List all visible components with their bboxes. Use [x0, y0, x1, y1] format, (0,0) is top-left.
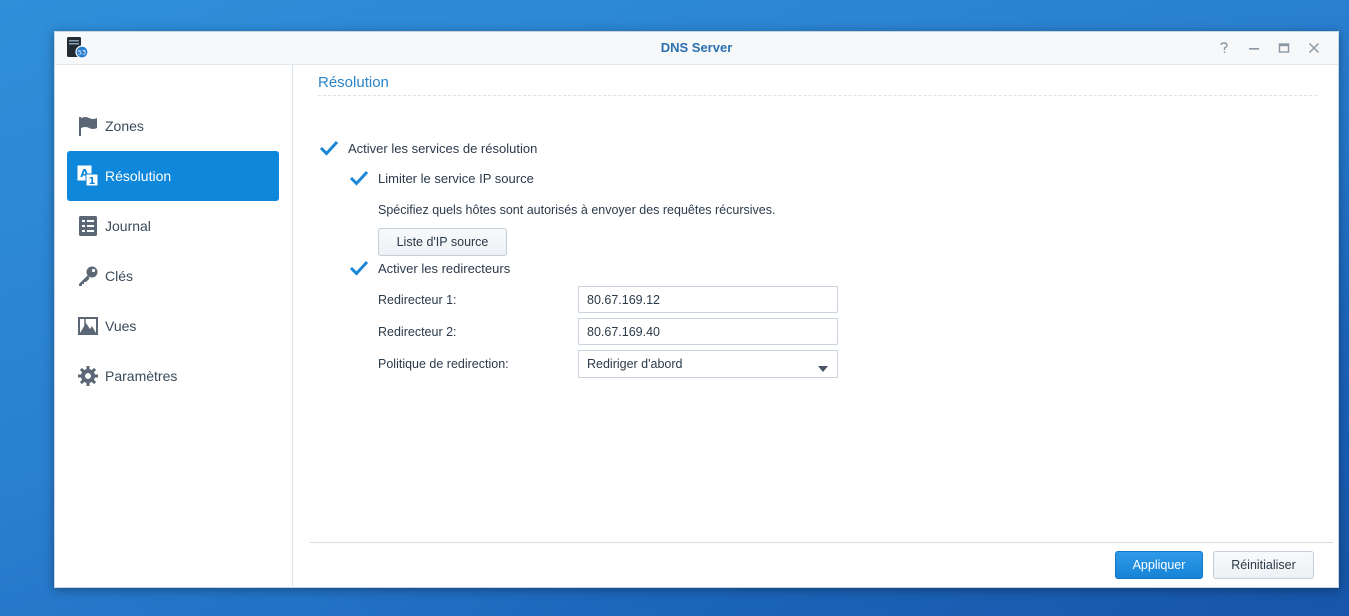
sidebar-item-settings[interactable]: Paramètres: [67, 351, 279, 401]
sidebar-item-label: Zones: [105, 118, 144, 134]
sidebar-item-zones[interactable]: Zones: [67, 101, 279, 151]
checkmark-icon: [349, 168, 369, 188]
section-title: Résolution: [318, 74, 389, 91]
source-ip-list-button[interactable]: Liste d'IP source: [378, 228, 507, 256]
dns-server-window: 53 DNS Server Zones A 1 Résolution Journ…: [54, 31, 1339, 588]
sidebar-item-label: Clés: [105, 268, 134, 284]
limit-source-ip-checkbox[interactable]: Limiter le service IP source: [349, 168, 534, 188]
main-panel: Résolution Activer les services de résol…: [294, 65, 1340, 588]
flag-icon: [76, 114, 100, 138]
chevron-down-icon: [817, 361, 829, 372]
footer-divider: [310, 542, 1333, 543]
resolution-icon: A1: [76, 164, 100, 188]
close-icon[interactable]: [1304, 38, 1324, 58]
sidebar-item-keys[interactable]: Clés: [67, 251, 279, 301]
checkbox-label: Activer les services de résolution: [348, 140, 538, 156]
apply-button[interactable]: Appliquer: [1115, 551, 1203, 579]
sidebar-item-label: Journal: [105, 218, 151, 234]
forward-policy-value: Rediriger d'abord: [587, 357, 683, 371]
sidebar-item-label: Résolution: [105, 168, 172, 184]
sidebar-item-label: Vues: [105, 318, 137, 334]
svg-text:1: 1: [89, 176, 96, 187]
checkbox-label: Activer les redirecteurs: [378, 260, 511, 276]
sidebar-item-label: Paramètres: [105, 368, 178, 384]
sidebar: Zones A1 Résolution Journal Clés Vues Pa…: [55, 65, 293, 588]
map-view-icon: [76, 314, 100, 338]
limit-description: Spécifiez quels hôtes sont autorisés à e…: [378, 203, 776, 217]
gear-icon: [76, 364, 100, 388]
checkbox-label: Limiter le service IP source: [378, 170, 534, 186]
enable-resolution-checkbox[interactable]: Activer les services de résolution: [319, 138, 537, 158]
checkmark-icon: [349, 258, 369, 278]
enable-forwarders-checkbox[interactable]: Activer les redirecteurs: [349, 258, 510, 278]
reset-button[interactable]: Réinitialiser: [1213, 551, 1314, 579]
forwarder-1-input[interactable]: [578, 286, 838, 313]
sidebar-item-resolution[interactable]: A1 Résolution: [67, 151, 279, 201]
maximize-icon[interactable]: [1274, 38, 1294, 58]
sidebar-item-journal[interactable]: Journal: [67, 201, 279, 251]
window-title: DNS Server: [660, 40, 733, 55]
forward-policy-select[interactable]: Rediriger d'abord: [578, 350, 838, 378]
title-bar: 53 DNS Server: [55, 32, 1338, 65]
section-divider: [318, 95, 1317, 96]
forward-policy-label: Politique de redirection:: [378, 357, 509, 371]
forwarder-2-label: Redirecteur 2:: [378, 325, 457, 339]
checkmark-icon: [319, 138, 339, 158]
sidebar-item-views[interactable]: Vues: [67, 301, 279, 351]
forwarder-1-label: Redirecteur 1:: [378, 293, 457, 307]
minimize-icon[interactable]: [1244, 38, 1264, 58]
help-icon[interactable]: [1214, 38, 1234, 58]
key-icon: [76, 264, 100, 288]
log-list-icon: [76, 214, 100, 238]
forwarder-2-input[interactable]: [578, 318, 838, 345]
